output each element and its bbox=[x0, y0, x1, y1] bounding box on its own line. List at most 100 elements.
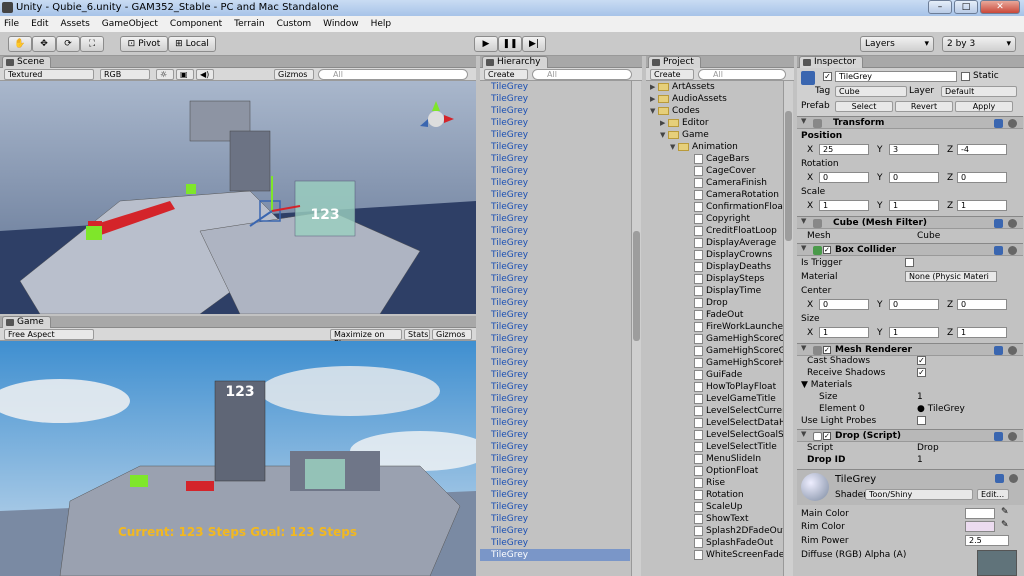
gear-icon[interactable] bbox=[1008, 346, 1017, 355]
hierarchy-item[interactable]: TileGrey bbox=[480, 129, 630, 141]
hierarchy-item[interactable]: TileGrey bbox=[480, 405, 630, 417]
hierarchy-item[interactable]: TileGrey bbox=[480, 237, 630, 249]
hierarchy-item[interactable]: TileGrey bbox=[480, 333, 630, 345]
hierarchy-item[interactable]: TileGrey bbox=[480, 357, 630, 369]
hierarchy-item[interactable]: TileGrey bbox=[480, 453, 630, 465]
hierarchy-item[interactable]: TileGrey bbox=[480, 381, 630, 393]
close-button[interactable]: ✕ bbox=[980, 0, 1020, 14]
hierarchy-item[interactable]: TileGrey bbox=[480, 501, 630, 513]
project-script-item[interactable]: Drop bbox=[646, 297, 783, 309]
material-header[interactable]: TileGrey Shader Toon/Shiny Edit... bbox=[797, 469, 1024, 505]
mesh-filter-header[interactable]: ▼ Cube (Mesh Filter) bbox=[797, 216, 1023, 229]
hierarchy-create-dropdown[interactable]: Create bbox=[484, 69, 528, 80]
pos-y-field[interactable]: 3 bbox=[889, 144, 939, 155]
mesh-renderer-header[interactable]: ▼ ✓ Mesh Renderer bbox=[797, 343, 1023, 356]
hierarchy-item[interactable]: TileGrey bbox=[480, 213, 630, 225]
game-viewport[interactable]: 123 Current: 123 Steps Goal: 123 Steps bbox=[0, 341, 476, 576]
pos-x-field[interactable]: 25 bbox=[819, 144, 869, 155]
menu-terrain[interactable]: Terrain bbox=[234, 19, 264, 29]
scl-y-field[interactable]: 1 bbox=[889, 200, 939, 211]
tab-scene[interactable]: Scene bbox=[2, 56, 52, 68]
stats-toggle[interactable]: Stats bbox=[404, 329, 430, 340]
layer-dropdown[interactable]: Default bbox=[941, 86, 1017, 97]
scl-z-field[interactable]: 1 bbox=[957, 200, 1007, 211]
eyedropper-icon[interactable]: ✎ bbox=[1001, 520, 1009, 530]
menu-gameobject[interactable]: GameObject bbox=[102, 19, 158, 29]
tag-dropdown[interactable]: Cube bbox=[835, 86, 907, 97]
hierarchy-item[interactable]: TileGrey bbox=[480, 429, 630, 441]
gear-icon[interactable] bbox=[1008, 246, 1017, 255]
layout-dropdown[interactable]: 2 by 3 ▾ bbox=[942, 36, 1016, 52]
hierarchy-item[interactable]: TileGrey bbox=[480, 105, 630, 117]
color-mode-dropdown[interactable]: RGB bbox=[100, 69, 150, 80]
rot-x-field[interactable]: 0 bbox=[819, 172, 869, 183]
menu-component[interactable]: Component bbox=[170, 19, 222, 29]
hierarchy-item[interactable]: TileGrey bbox=[480, 201, 630, 213]
project-script-item[interactable]: DisplayCrowns bbox=[646, 249, 783, 261]
project-script-item[interactable]: SplashFadeOut bbox=[646, 537, 783, 549]
maximize-button[interactable]: □ bbox=[954, 0, 978, 14]
project-script-item[interactable]: LevelSelectDataH bbox=[646, 417, 783, 429]
lighting-toggle[interactable]: ☼ bbox=[156, 69, 174, 80]
help-icon[interactable] bbox=[995, 474, 1004, 483]
element0-value[interactable]: ● TileGrey bbox=[917, 404, 965, 414]
help-icon[interactable] bbox=[994, 246, 1003, 255]
cast-shadows-checkbox[interactable]: ✓ bbox=[917, 356, 926, 365]
project-script-item[interactable]: CameraRotation bbox=[646, 189, 783, 201]
project-script-item[interactable]: GameHighScoreH bbox=[646, 357, 783, 369]
project-scrollbar[interactable] bbox=[783, 81, 793, 576]
prefab-revert-button[interactable]: Revert bbox=[895, 101, 953, 112]
project-search-input[interactable]: All bbox=[698, 69, 786, 80]
center-y-field[interactable]: 0 bbox=[889, 299, 939, 310]
menu-window[interactable]: Window bbox=[323, 19, 359, 29]
pause-button[interactable]: ❚❚ bbox=[498, 36, 522, 52]
menu-edit[interactable]: Edit bbox=[31, 19, 48, 29]
physic-material-field[interactable]: None (Physic Materi bbox=[905, 271, 997, 282]
scale-tool-button[interactable]: ⛶ bbox=[80, 36, 104, 52]
static-checkbox[interactable] bbox=[961, 72, 970, 81]
hierarchy-item[interactable]: TileGrey bbox=[480, 177, 630, 189]
hierarchy-search-input[interactable]: All bbox=[532, 69, 632, 80]
box-collider-enabled-checkbox[interactable]: ✓ bbox=[823, 246, 831, 254]
project-script-item[interactable]: LevelSelectTitle bbox=[646, 441, 783, 453]
collapse-arrow-icon[interactable]: ▶ bbox=[660, 117, 668, 129]
project-folder-item[interactable]: ▶ ArtAssets bbox=[646, 81, 783, 93]
shader-edit-button[interactable]: Edit... bbox=[977, 489, 1009, 500]
hierarchy-item[interactable]: TileGrey bbox=[480, 309, 630, 321]
move-tool-button[interactable]: ✥ bbox=[32, 36, 56, 52]
aspect-dropdown[interactable]: Free Aspect bbox=[4, 329, 94, 340]
menu-assets[interactable]: Assets bbox=[61, 19, 90, 29]
project-script-item[interactable]: HowToPlayFloat bbox=[646, 381, 783, 393]
scene-viewport[interactable]: 123 bbox=[0, 81, 476, 314]
audio-toggle[interactable]: ◀) bbox=[196, 69, 214, 80]
hierarchy-item[interactable]: TileGrey bbox=[480, 273, 630, 285]
hierarchy-item[interactable]: TileGrey bbox=[480, 417, 630, 429]
hierarchy-item[interactable]: TileGrey bbox=[480, 537, 630, 549]
help-icon[interactable] bbox=[994, 219, 1003, 228]
project-script-item[interactable]: CageBars bbox=[646, 153, 783, 165]
layers-dropdown[interactable]: Layers ▾ bbox=[860, 36, 934, 52]
step-button[interactable]: ▶| bbox=[522, 36, 546, 52]
hierarchy-item[interactable]: TileGrey bbox=[480, 117, 630, 129]
project-script-item[interactable]: DisplayAverage bbox=[646, 237, 783, 249]
collapse-arrow-icon[interactable]: ▶ bbox=[650, 81, 658, 93]
help-icon[interactable] bbox=[994, 432, 1003, 441]
project-script-item[interactable]: LevelSelectGoalSt bbox=[646, 429, 783, 441]
hierarchy-item[interactable]: TileGrey bbox=[480, 285, 630, 297]
drop-id-value[interactable]: 1 bbox=[917, 455, 923, 465]
box-collider-header[interactable]: ▼ ✓ Box Collider bbox=[797, 243, 1023, 256]
hand-tool-button[interactable]: ✋ bbox=[8, 36, 32, 52]
expand-arrow-icon[interactable]: ▼ bbox=[660, 129, 668, 141]
drop-script-header[interactable]: ▼ ✓ Drop (Script) bbox=[797, 429, 1023, 442]
scene-search-input[interactable]: All bbox=[318, 69, 468, 80]
project-script-item[interactable]: Rise bbox=[646, 477, 783, 489]
project-script-item[interactable]: CameraFinish bbox=[646, 177, 783, 189]
drop-script-enabled-checkbox[interactable]: ✓ bbox=[823, 432, 831, 440]
project-folder-item[interactable]: ▼ Codes bbox=[646, 105, 783, 117]
project-folder-item[interactable]: ▼ Animation bbox=[646, 141, 783, 153]
project-script-item[interactable]: DisplayTime bbox=[646, 285, 783, 297]
hierarchy-item[interactable]: TileGrey bbox=[480, 369, 630, 381]
script-value[interactable]: Drop bbox=[917, 443, 939, 453]
project-script-item[interactable]: MenuSlideIn bbox=[646, 453, 783, 465]
local-toggle[interactable]: ⊞ Local bbox=[168, 36, 216, 52]
